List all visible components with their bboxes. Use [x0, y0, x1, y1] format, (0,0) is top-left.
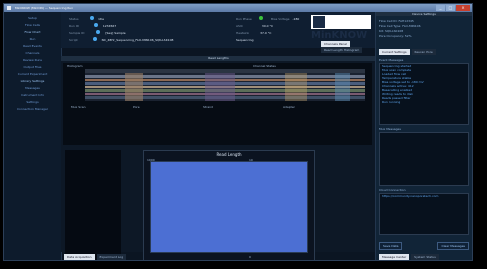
- run-phase-label: Run Phase: [236, 17, 252, 21]
- device-line-2: Flow Cell Type: FLO-MIN106: [379, 24, 421, 28]
- status-row: Status Idle: [69, 16, 149, 22]
- sidebar-item-read-events[interactable]: Read Events: [4, 43, 61, 50]
- tab-experiment-log[interactable]: Experiment Log: [96, 254, 127, 260]
- heatsink-value: 37.0 °C: [260, 31, 272, 35]
- bias-value: -180: [292, 17, 300, 21]
- status-dot-icon: [89, 16, 94, 20]
- mux-messages-label: Mux Messages: [379, 127, 401, 131]
- channel-histogram: Histogram Channel States Mux Scan Pore S…: [63, 63, 372, 145]
- tab-system-status[interactable]: System Status: [411, 254, 439, 260]
- run-phase-value: Sequencing: [236, 38, 254, 42]
- read-length-plot-area[interactable]: [150, 161, 308, 253]
- sidebar-item-connection-manager[interactable]: Connection Manager: [4, 106, 61, 113]
- tab-rescan-pore[interactable]: Rescan Pore: [411, 49, 436, 55]
- asic-row: ASIC 30.0 °C: [236, 23, 311, 29]
- sidebar-item-instrument-info[interactable]: Instrument Info: [4, 92, 61, 99]
- sidebar-item-channels[interactable]: Channels: [4, 50, 61, 57]
- sample-label: Sample ID: [69, 31, 85, 35]
- app-icon: [7, 6, 11, 10]
- run-phase-dot-icon: [258, 16, 263, 20]
- event-messages-list[interactable]: Sequencing started Mux scan complete Loa…: [379, 63, 469, 125]
- sidebar-item-flow-chart[interactable]: Flow Chart: [4, 29, 61, 36]
- asic-label: ASIC: [236, 24, 243, 28]
- script-value: NC_48Hr_Sequencing_FLO-MIN106_SQK-LSK108: [101, 38, 174, 42]
- run-id-value: 1234567: [102, 24, 117, 28]
- state-label-mux-scan: Mux Scan: [71, 105, 86, 109]
- cloud-connection-link[interactable]: https://community.nanoporetech.com: [380, 194, 468, 198]
- heatsink-label: Heatsink: [236, 31, 250, 35]
- main-bottom-tabs: Data Acquisition Experiment Log: [64, 254, 127, 260]
- asic-value: 30.0 °C: [261, 24, 274, 28]
- state-label-pore: Pore: [133, 105, 140, 109]
- device-line-4: Pore Occupancy: 52%: [379, 34, 412, 38]
- status-label: Status: [69, 17, 79, 21]
- window-controls: _ □ ×: [436, 5, 470, 11]
- device-line-3: Kit: SQK-LSK108: [379, 29, 404, 33]
- header-tabs: Channels Panel Read Length Histogram: [321, 41, 376, 53]
- window-title: MinKNOW (MinION) — Sequencing Run: [15, 6, 74, 10]
- main-panel: Read Lengths Histogram Channel States Mu…: [61, 56, 376, 260]
- sidebar-item-setup[interactable]: Setup: [4, 15, 61, 22]
- sidebar-item-current-experiment[interactable]: Current Experiment: [4, 71, 61, 78]
- device-settings-title: Device Settings: [376, 12, 472, 16]
- channel-heatmap: [85, 73, 365, 101]
- run-header: Status Idle Run ID 1234567 Sample ID [Se…: [61, 12, 376, 53]
- sample-value: [Seq] Sample: [105, 31, 126, 35]
- read-length-title: Read Length: [216, 152, 242, 157]
- bias-label: Bias Voltage: [271, 17, 290, 21]
- read-axis-bottom-label: 0: [249, 255, 251, 259]
- phase-value-row: Sequencing: [236, 37, 311, 43]
- sidebar-item-flow-cells[interactable]: Flow Cells: [4, 22, 61, 29]
- mux-messages-box: [379, 132, 469, 186]
- sample-dot-icon: [96, 30, 101, 34]
- clear-messages-button[interactable]: Clear Messages: [437, 242, 469, 250]
- app-window: MinKNOW (MinION) — Sequencing Run _ □ × …: [3, 3, 473, 261]
- sidebar-item-library-settings[interactable]: Library Settings: [4, 78, 61, 85]
- minknow-logo: MinKNOW: [311, 15, 371, 41]
- right-panel: Device Settings Flow Cell ID: FAH12345 F…: [375, 12, 472, 260]
- minimize-button[interactable]: _: [436, 5, 445, 11]
- heatsink-row: Heatsink 37.0 °C: [236, 30, 311, 36]
- tab-message-center[interactable]: Message Center: [379, 254, 410, 260]
- run-id-dot-icon: [93, 23, 98, 27]
- script-label: Script: [69, 38, 78, 42]
- tab-read-length-histogram[interactable]: Read Length Histogram: [321, 47, 363, 53]
- save-data-button[interactable]: Save Data: [379, 242, 403, 250]
- tab-current-settings[interactable]: Current Settings: [379, 49, 410, 55]
- status-value: Idle: [98, 17, 104, 21]
- right-bottom-tabs: Message Center System Status: [379, 254, 440, 260]
- message-item: Run running: [382, 100, 401, 104]
- event-messages-label: Event Messages: [379, 58, 404, 62]
- histogram-title: Histogram: [67, 64, 83, 68]
- sidebar-item-output-files[interactable]: Output Files: [4, 64, 61, 71]
- maximize-button[interactable]: □: [446, 5, 455, 11]
- panel-title: Read Lengths: [61, 56, 376, 61]
- tab-data-acquisition[interactable]: Data Acquisition: [64, 254, 95, 260]
- cloud-connection-label: Cloud Connection: [379, 188, 406, 192]
- state-label-adapter: Adapter: [283, 105, 295, 109]
- logo-mark-icon: [313, 16, 325, 28]
- script-dot-icon: [92, 37, 97, 41]
- channel-states-title: Channel States: [253, 64, 276, 68]
- device-line-1: Flow Cell ID: FAH12345: [379, 19, 414, 23]
- run-id-label: Run ID: [69, 24, 79, 28]
- cloud-connection-box: https://community.nanoporetech.com: [379, 193, 469, 235]
- sidebar: Setup Flow Cells Flow Chart Run Read Eve…: [4, 12, 62, 260]
- logo-text: MinKNOW: [311, 30, 368, 41]
- state-label-strand: Strand: [203, 105, 213, 109]
- right-tabs: Current Settings Rescan Pore: [379, 49, 437, 55]
- close-button[interactable]: ×: [456, 5, 470, 11]
- read-length-panel: Read Length 1000 10 0: [143, 150, 315, 260]
- sidebar-item-review-runs[interactable]: Review Runs: [4, 57, 61, 64]
- sample-row: Sample ID [Seq] Sample: [69, 30, 219, 36]
- run-id-row: Run ID 1234567: [69, 23, 209, 29]
- title-bar: MinKNOW (MinION) — Sequencing Run _ □ ×: [4, 4, 472, 12]
- left-plot-area: [65, 150, 121, 260]
- sidebar-item-run[interactable]: Run: [4, 36, 61, 43]
- sidebar-item-messages[interactable]: Messages: [4, 85, 61, 92]
- sidebar-item-settings[interactable]: Settings: [4, 99, 61, 106]
